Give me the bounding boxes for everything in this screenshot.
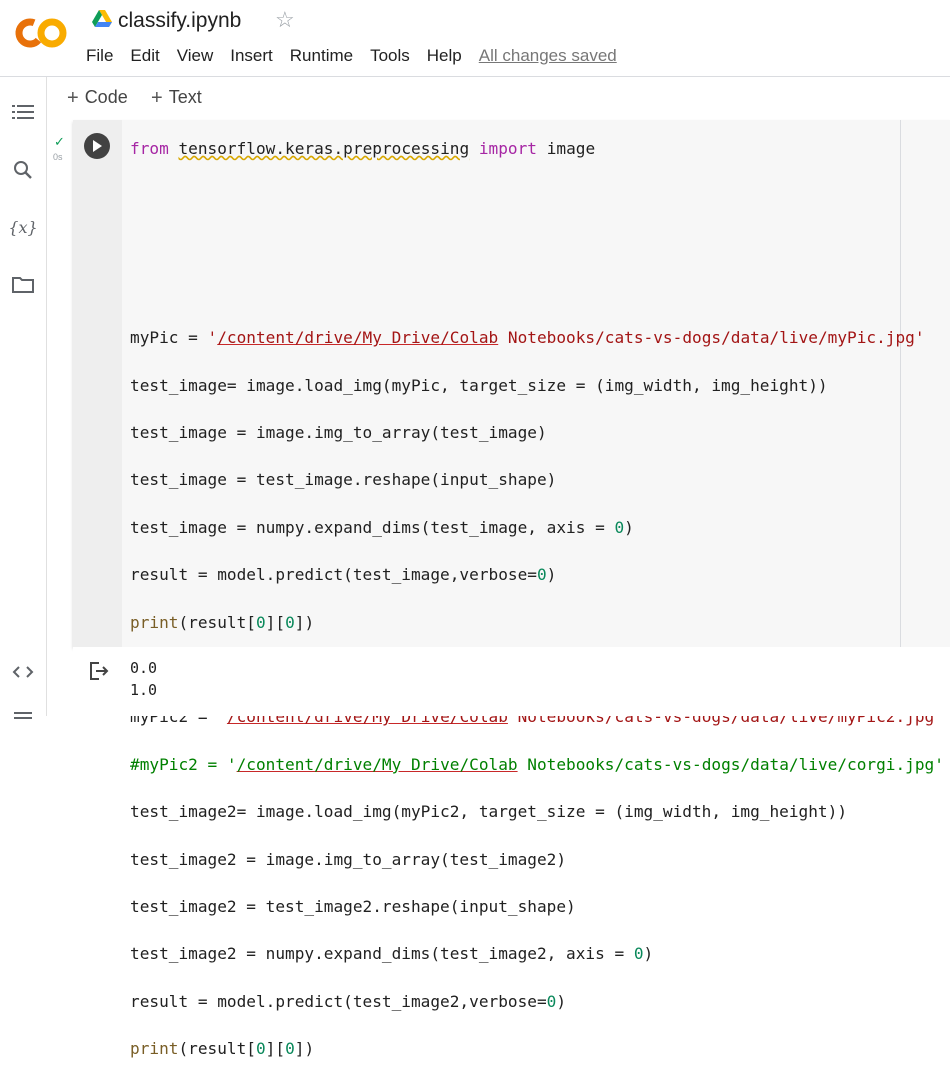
plus-icon: + bbox=[151, 86, 163, 109]
add-code-button[interactable]: + Code bbox=[67, 87, 128, 108]
code-line: test_image= image.load_img(myPic, target… bbox=[130, 375, 828, 395]
code-line: test_image2 = numpy.expand_dims(test_ima… bbox=[130, 944, 654, 964]
code-line: test_image = test_image.reshape(input_sh… bbox=[130, 470, 557, 490]
menu-bar: File Edit View Insert Runtime Tools Help… bbox=[86, 44, 617, 68]
menu-tools[interactable]: Tools bbox=[370, 44, 410, 68]
output-text: 0.0 1.0 bbox=[130, 659, 158, 699]
menu-help[interactable]: Help bbox=[427, 44, 462, 68]
search-icon[interactable] bbox=[11, 158, 35, 182]
code-line: test_image2= image.load_img(myPic2, targ… bbox=[130, 802, 848, 822]
menu-edit[interactable]: Edit bbox=[130, 44, 159, 68]
add-text-label: Text bbox=[168, 87, 202, 107]
code-snippets-icon[interactable] bbox=[11, 660, 35, 684]
code-editor[interactable]: from tensorflow.keras.preprocessing impo… bbox=[130, 113, 944, 1085]
output-redirect-icon[interactable] bbox=[90, 662, 110, 680]
menu-view[interactable]: View bbox=[177, 44, 214, 68]
code-line: #myPic2 = '/content/drive/My Drive/Colab… bbox=[130, 754, 944, 774]
menu-insert[interactable]: Insert bbox=[230, 44, 273, 68]
google-drive-icon[interactable] bbox=[92, 10, 112, 28]
colab-logo[interactable] bbox=[14, 14, 70, 52]
execution-time: 0s bbox=[53, 152, 63, 162]
cell-output: 0.0 1.0 bbox=[73, 647, 950, 716]
terminal-icon[interactable] bbox=[11, 704, 35, 728]
left-sidebar: {x} bbox=[0, 77, 47, 719]
code-line: myPic = '/content/drive/My Drive/Colab N… bbox=[130, 328, 925, 348]
code-line: result = model.predict(test_image2,verbo… bbox=[130, 991, 567, 1011]
code-line: test_image = numpy.expand_dims(test_imag… bbox=[130, 517, 634, 537]
menu-file[interactable]: File bbox=[86, 44, 113, 68]
cell-gutter bbox=[73, 120, 122, 647]
play-icon bbox=[93, 140, 102, 152]
save-status-link[interactable]: All changes saved bbox=[479, 46, 617, 66]
code-line: test_image2 = image.img_to_array(test_im… bbox=[130, 849, 567, 869]
code-line: test_image = image.img_to_array(test_ima… bbox=[130, 423, 547, 443]
code-line: from tensorflow.keras.preprocessing impo… bbox=[130, 138, 596, 158]
code-line: test_image2 = test_image2.reshape(input_… bbox=[130, 896, 576, 916]
code-line: result = model.predict(test_image,verbos… bbox=[130, 565, 557, 585]
add-text-button[interactable]: + Text bbox=[151, 87, 202, 108]
star-icon[interactable]: ☆ bbox=[275, 7, 295, 33]
folder-icon[interactable] bbox=[11, 273, 35, 297]
add-code-label: Code bbox=[84, 87, 128, 107]
plus-icon: + bbox=[67, 86, 79, 109]
run-cell-button[interactable] bbox=[84, 133, 110, 159]
notebook-title[interactable]: classify.ipynb bbox=[118, 8, 241, 34]
menu-runtime[interactable]: Runtime bbox=[290, 44, 353, 68]
success-check-icon: ✓ bbox=[54, 134, 65, 149]
variables-icon[interactable]: {x} bbox=[8, 215, 37, 239]
code-line: print(result[0][0]) bbox=[130, 1039, 315, 1059]
table-of-contents-icon[interactable] bbox=[11, 100, 35, 124]
code-line: print(result[0][0]) bbox=[130, 612, 315, 632]
